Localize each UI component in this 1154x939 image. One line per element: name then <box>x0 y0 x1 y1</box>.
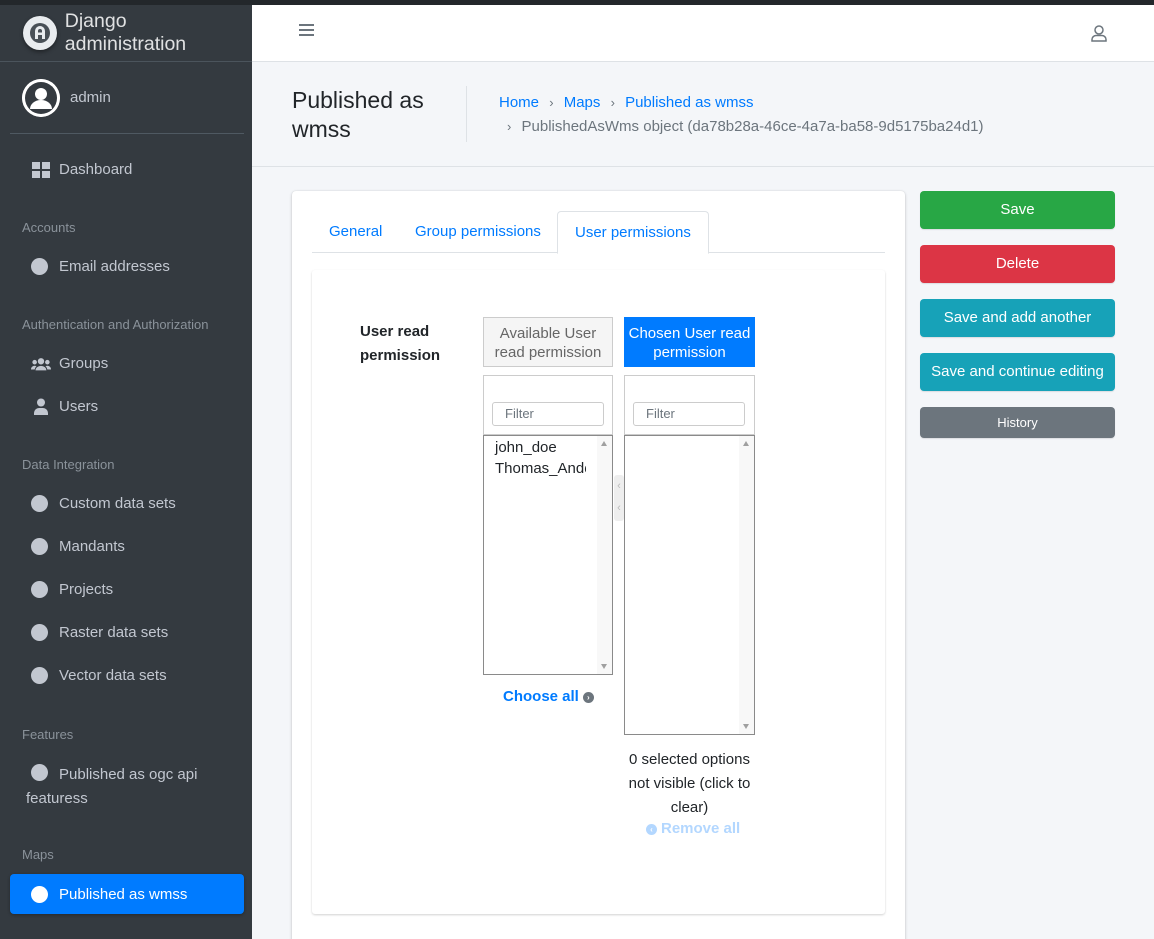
save-button[interactable]: Save <box>920 191 1115 229</box>
sidebar-item-label: Dashboard <box>59 161 133 178</box>
nav-header-features: Features <box>22 727 74 742</box>
sidebar-item-projects[interactable]: Projects <box>0 568 252 611</box>
circle-icon <box>31 258 48 275</box>
brand-link[interactable]: Django administration <box>0 5 252 62</box>
available-filter-input[interactable]: Filter <box>492 402 604 426</box>
user-menu-icon[interactable] <box>1091 25 1107 46</box>
nav-header-accounts: Accounts <box>22 220 76 235</box>
sidebar-item-groups[interactable]: Groups <box>0 342 252 385</box>
breadcrumb-current: PublishedAsWms object (da78b28a-46ce-4a7… <box>521 118 984 135</box>
sidebar-item-label: Published as wmss <box>59 885 188 903</box>
sidebar-item-users[interactable]: Users <box>0 385 252 428</box>
breadcrumb-home[interactable]: Home <box>499 94 539 111</box>
sidebar-item-vector-data-sets[interactable]: Vector data sets <box>0 654 252 697</box>
list-item[interactable]: john_doe <box>484 437 586 458</box>
circle-icon <box>31 538 48 555</box>
user-name: admin <box>70 89 111 106</box>
sidebar-item-label: Projects <box>59 581 114 598</box>
available-options-list[interactable]: john_doe Thomas_Anderson <box>483 435 613 675</box>
nav-header-data-integration: Data Integration <box>22 457 115 472</box>
sidebar-item-email-addresses[interactable]: Email addresses <box>0 245 252 288</box>
circle-icon <box>31 495 48 512</box>
top-navbar <box>252 5 1154 62</box>
field-label-user-read-permission: User read permission <box>360 323 441 364</box>
nav-header-maps: Maps <box>22 847 54 862</box>
circle-icon <box>31 764 48 781</box>
breadcrumb-separator-icon: › <box>549 95 554 110</box>
chosen-options-list[interactable] <box>624 435 755 735</box>
sidebar-item-published-wmss[interactable]: Published as wmss <box>10 874 244 914</box>
available-filter-box: Filter <box>483 375 613 435</box>
save-and-continue-button[interactable]: Save and continue editing <box>920 353 1115 391</box>
dashboard-icon <box>31 161 51 178</box>
delete-button[interactable]: Delete <box>920 245 1115 283</box>
brand-text: Django administration <box>64 10 187 55</box>
breadcrumb-published-as-wmss[interactable]: Published as wmss <box>625 94 753 111</box>
tab-group-permissions[interactable]: Group permissions <box>398 211 558 253</box>
tab-general[interactable]: General <box>312 211 399 253</box>
chevron-left-circle-icon: ‹ <box>646 824 657 835</box>
circle-icon <box>31 885 48 903</box>
user-icon <box>31 398 51 415</box>
save-and-add-another-button[interactable]: Save and add another <box>920 299 1115 337</box>
sidebar-item-label: Raster data sets <box>59 624 169 641</box>
scrollbar[interactable] <box>739 436 754 734</box>
selected-help-text[interactable]: 0 selected options not visible (click to… <box>624 748 755 820</box>
add-arrow-icon[interactable]: ‹ <box>614 475 624 497</box>
remove-all-link[interactable]: ‹ Remove all <box>646 820 740 837</box>
sidebar-item-label: Email addresses <box>59 258 170 275</box>
choose-all-label: Choose all <box>503 688 579 705</box>
available-title: Available User read permission <box>483 317 613 367</box>
sidebar: Django administration admin Dashboard Ac… <box>0 5 252 939</box>
brand-logo-icon <box>23 16 57 50</box>
sidebar-item-label: featuress <box>26 790 88 807</box>
circle-icon <box>31 581 48 598</box>
sidebar-item-custom-data-sets[interactable]: Custom data sets <box>0 482 252 525</box>
user-panel[interactable]: admin <box>10 62 244 134</box>
sidebar-item-label: Users <box>59 398 99 415</box>
content-header: Published as wmss Home › Maps › Publishe… <box>252 62 1154 167</box>
scrollbar[interactable] <box>597 436 612 674</box>
sidebar-item-raster-data-sets[interactable]: Raster data sets <box>0 611 252 654</box>
move-arrows: ‹ ‹ <box>614 475 624 521</box>
tab-bar: General Group permissions User permissio… <box>312 211 885 254</box>
header-divider <box>466 86 467 142</box>
users-group-icon <box>31 356 51 372</box>
form-card: General Group permissions User permissio… <box>292 191 905 939</box>
circle-icon <box>31 624 48 641</box>
nav-header-auth: Authentication and Authorization <box>22 317 209 332</box>
sidebar-item-label: Custom data sets <box>59 495 176 512</box>
sidebar-item-published-ogc[interactable]: Published as ogc api featuress <box>26 763 246 811</box>
chosen-filter-input[interactable]: Filter <box>633 402 745 426</box>
breadcrumb-separator-icon: › <box>507 119 512 134</box>
sidebar-item-mandants[interactable]: Mandants <box>0 525 252 568</box>
sidebar-item-label: Mandants <box>59 538 125 555</box>
chosen-filter-box: Filter <box>624 375 755 435</box>
sidebar-item-label: Groups <box>59 355 109 372</box>
circle-icon <box>31 667 48 684</box>
chevron-right-circle-icon: › <box>582 692 594 703</box>
sidebar-item-dashboard[interactable]: Dashboard <box>0 148 252 191</box>
page-title: Published as wmss <box>292 87 424 142</box>
breadcrumb-separator-icon: › <box>610 95 615 110</box>
sidebar-item-label: Vector data sets <box>59 667 167 684</box>
sidebar-item-label: Published as ogc api <box>59 766 198 783</box>
tab-user-permissions[interactable]: User permissions <box>557 211 709 254</box>
list-item[interactable]: Thomas_Anderson <box>484 458 586 479</box>
chosen-title: Chosen User read permission <box>624 317 755 367</box>
breadcrumb-maps[interactable]: Maps <box>564 94 601 111</box>
breadcrumb-current-line: › PublishedAsWms object (da78b28a-46ce-4… <box>507 118 984 135</box>
remove-arrow-icon[interactable]: ‹ <box>614 497 624 519</box>
history-button[interactable]: History <box>920 407 1115 438</box>
choose-all-link[interactable]: Choose all › <box>503 688 594 705</box>
breadcrumb: Home › Maps › Published as wmss <box>499 94 753 111</box>
user-avatar-icon <box>22 78 60 117</box>
menu-toggle-icon[interactable] <box>299 24 314 38</box>
remove-all-label: Remove all <box>661 820 741 837</box>
